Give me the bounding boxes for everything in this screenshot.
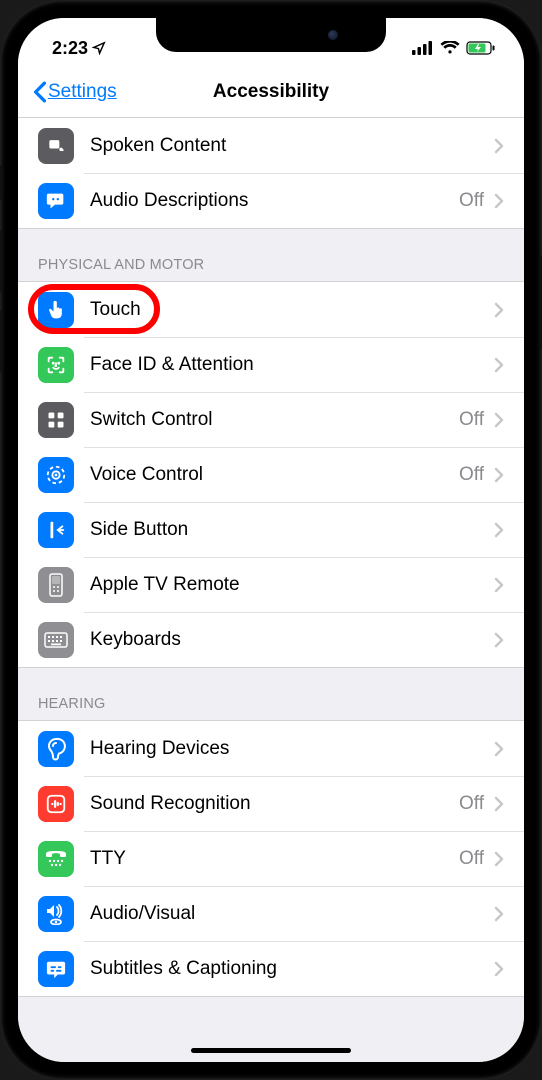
subtitles-icon — [38, 951, 74, 987]
row-label: Touch — [90, 299, 494, 321]
appletv-icon — [38, 567, 74, 603]
sound-icon — [38, 786, 74, 822]
keyboard-icon — [38, 622, 74, 658]
row-label: Hearing Devices — [90, 738, 494, 760]
chevron-left-icon — [32, 81, 48, 103]
row-faceid[interactable]: Face ID & Attention — [18, 337, 524, 392]
row-switch-control[interactable]: Switch Control Off — [18, 392, 524, 447]
row-value: Off — [459, 190, 484, 212]
row-label: Voice Control — [90, 464, 459, 486]
row-value: Off — [459, 848, 484, 870]
row-value: Off — [459, 409, 484, 431]
tty-icon — [38, 841, 74, 877]
chevron-right-icon — [494, 961, 504, 977]
faceid-icon — [38, 347, 74, 383]
chevron-right-icon — [494, 577, 504, 593]
chevron-right-icon — [494, 522, 504, 538]
chevron-right-icon — [494, 412, 504, 428]
nav-bar: Settings Accessibility — [18, 66, 524, 118]
chevron-right-icon — [494, 632, 504, 648]
audiovis-icon — [38, 896, 74, 932]
row-voice-control[interactable]: Voice Control Off — [18, 447, 524, 502]
chevron-right-icon — [494, 796, 504, 812]
notch — [156, 18, 386, 52]
switch-icon — [38, 402, 74, 438]
time-label: 2:23 — [52, 38, 88, 59]
chevron-right-icon — [494, 851, 504, 867]
ear-icon — [38, 731, 74, 767]
row-label: Subtitles & Captioning — [90, 958, 494, 980]
chevron-right-icon — [494, 357, 504, 373]
content-scroll[interactable]: Spoken Content Audio Descriptions Off PH… — [18, 118, 524, 1062]
chevron-right-icon — [494, 302, 504, 318]
chevron-right-icon — [494, 138, 504, 154]
chevron-right-icon — [494, 741, 504, 757]
screen: 2:23 Settings Accessibility — [18, 18, 524, 1062]
phone-frame: 2:23 Settings Accessibility — [0, 0, 542, 1080]
row-label: Side Button — [90, 519, 494, 541]
section-1-list: Touch Face ID & Attention Switch Control… — [18, 281, 524, 668]
row-tty[interactable]: TTY Off — [18, 831, 524, 886]
location-icon — [92, 41, 106, 55]
row-label: Audio/Visual — [90, 903, 494, 925]
chevron-right-icon — [494, 193, 504, 209]
voice-icon — [38, 457, 74, 493]
row-label: TTY — [90, 848, 459, 870]
row-label: Spoken Content — [90, 135, 494, 157]
back-label: Settings — [48, 81, 117, 103]
back-button[interactable]: Settings — [32, 81, 117, 103]
row-value: Off — [459, 793, 484, 815]
wifi-icon — [440, 41, 460, 55]
row-label: Audio Descriptions — [90, 190, 459, 212]
status-time: 2:23 — [52, 38, 106, 59]
section-header-physical: PHYSICAL AND MOTOR — [18, 229, 524, 281]
row-label: Face ID & Attention — [90, 354, 494, 376]
row-hearing-devices[interactable]: Hearing Devices — [18, 721, 524, 776]
home-indicator[interactable] — [191, 1048, 351, 1053]
row-audio-visual[interactable]: Audio/Visual — [18, 886, 524, 941]
chevron-right-icon — [494, 467, 504, 483]
row-spoken-content[interactable]: Spoken Content — [18, 118, 524, 173]
row-keyboards[interactable]: Keyboards — [18, 612, 524, 667]
chevron-right-icon — [494, 906, 504, 922]
battery-icon — [466, 41, 496, 55]
row-label: Sound Recognition — [90, 793, 459, 815]
row-label: Switch Control — [90, 409, 459, 431]
touch-icon — [38, 292, 74, 328]
front-camera — [328, 30, 338, 40]
row-sound-recognition[interactable]: Sound Recognition Off — [18, 776, 524, 831]
descriptions-icon — [38, 183, 74, 219]
sidebutton-icon — [38, 512, 74, 548]
section-0-list: Spoken Content Audio Descriptions Off — [18, 118, 524, 229]
row-label: Apple TV Remote — [90, 574, 494, 596]
cellular-icon — [412, 41, 434, 55]
section-2-list: Hearing Devices Sound Recognition Off TT… — [18, 720, 524, 997]
row-appletv-remote[interactable]: Apple TV Remote — [18, 557, 524, 612]
speaker-icon — [38, 128, 74, 164]
row-touch[interactable]: Touch — [18, 282, 524, 337]
section-header-hearing: HEARING — [18, 668, 524, 720]
row-subtitles[interactable]: Subtitles & Captioning — [18, 941, 524, 996]
page-title: Accessibility — [213, 81, 329, 103]
row-side-button[interactable]: Side Button — [18, 502, 524, 557]
row-audio-descriptions[interactable]: Audio Descriptions Off — [18, 173, 524, 228]
row-label: Keyboards — [90, 629, 494, 651]
row-value: Off — [459, 464, 484, 486]
